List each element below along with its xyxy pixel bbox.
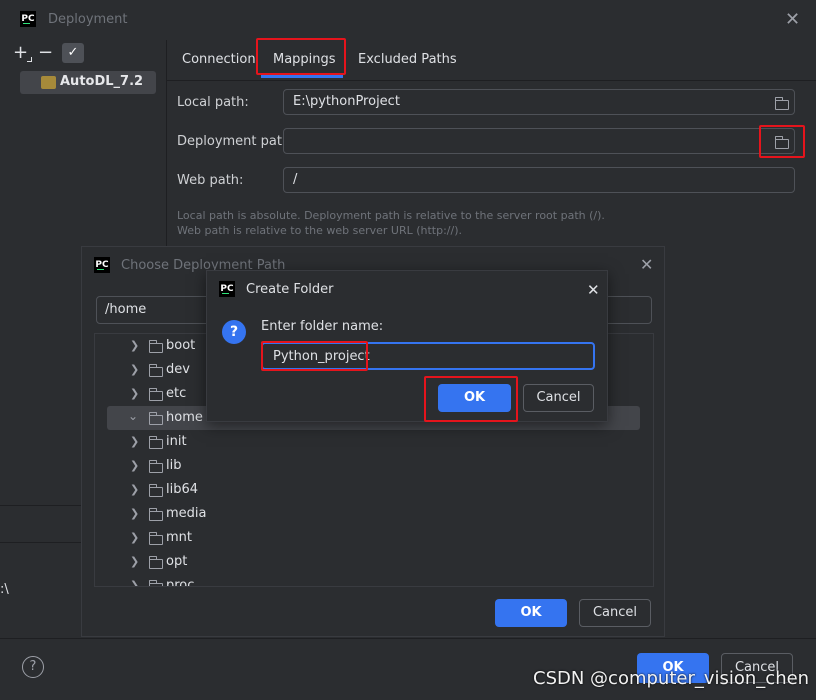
active-tab-indicator — [261, 75, 343, 78]
dialog-title: Create Folder — [246, 282, 334, 297]
footer-divider — [0, 638, 816, 639]
sftp-server-icon — [41, 76, 56, 89]
server-item-autodl[interactable]: AutoDL_7.2 — [20, 71, 156, 94]
chevron-right-icon[interactable]: ❯ — [130, 435, 139, 448]
folder-icon — [148, 580, 163, 586]
close-icon[interactable]: ✕ — [640, 256, 653, 274]
set-default-button[interactable]: ✓ — [62, 43, 84, 63]
tree-item-label: init — [166, 434, 187, 449]
tree-item-label: media — [166, 506, 207, 521]
tree-item-lib64[interactable]: ❯ lib64 — [95, 478, 653, 502]
tree-item-label: opt — [166, 554, 188, 569]
tabs-divider — [167, 80, 816, 81]
chevron-right-icon[interactable]: ❯ — [130, 363, 139, 376]
divider — [0, 505, 81, 506]
background-text-fragment: :\ — [0, 582, 9, 597]
folder-icon — [148, 508, 163, 521]
chevron-right-icon[interactable]: ❯ — [130, 555, 139, 568]
close-icon[interactable]: ✕ — [785, 11, 800, 29]
tree-item-label: lib64 — [166, 482, 199, 497]
web-path-value: / — [293, 172, 298, 187]
create-folder-dialog: PC Create Folder ✕ ? Enter folder name: … — [206, 270, 608, 422]
server-item-label: AutoDL_7.2 — [60, 74, 144, 89]
local-path-value: E:\pythonProject — [293, 94, 400, 109]
deployment-title-bar: PC Deployment ✕ — [0, 0, 816, 40]
tree-item-opt[interactable]: ❯ opt — [95, 550, 653, 574]
highlight-folder-name — [261, 341, 368, 371]
folder-icon — [148, 364, 163, 377]
tree-item-label: etc — [166, 386, 187, 401]
highlight-ok-button — [424, 376, 518, 422]
deployment-path-label: Deployment path: — [177, 134, 295, 149]
hint-text: Local path is absolute. Deployment path … — [177, 209, 605, 222]
chevron-right-icon[interactable]: ❯ — [130, 507, 139, 520]
browse-folder-icon[interactable] — [774, 97, 789, 110]
local-path-label: Local path: — [177, 95, 249, 110]
cancel-button[interactable]: Cancel — [523, 384, 594, 412]
add-server-button[interactable]: + — [13, 44, 28, 64]
path-value: /home — [105, 302, 147, 317]
chevron-down-icon[interactable]: ⌄ — [128, 409, 138, 423]
tree-item-proc[interactable]: ❯ proc — [95, 574, 653, 587]
question-icon: ? — [222, 320, 246, 344]
chevron-right-icon[interactable]: ❯ — [130, 483, 139, 496]
tree-item-label: proc — [166, 578, 195, 587]
folder-icon — [148, 556, 163, 569]
chevron-right-icon[interactable]: ❯ — [130, 459, 139, 472]
folder-icon — [148, 532, 163, 545]
pycharm-logo-icon: PC — [219, 281, 235, 297]
deployment-path-field[interactable] — [283, 128, 795, 154]
pycharm-logo-icon: PC — [94, 257, 110, 273]
tab-excluded-paths[interactable]: Excluded Paths — [358, 52, 457, 67]
dialog-title: Deployment — [48, 12, 128, 27]
tree-item-label: lib — [166, 458, 182, 473]
tree-item-label: boot — [166, 338, 196, 353]
tab-connection[interactable]: Connection — [182, 52, 256, 67]
folder-icon — [148, 436, 163, 449]
ok-button[interactable]: OK — [495, 599, 567, 627]
tree-item-init[interactable]: ❯ init — [95, 430, 653, 454]
web-path-field[interactable]: / — [283, 167, 795, 193]
folder-icon — [148, 484, 163, 497]
prompt-label: Enter folder name: — [261, 319, 384, 334]
watermark-text: CSDN @computer_vision_chen — [533, 668, 810, 689]
chevron-right-icon[interactable]: ❯ — [130, 579, 139, 586]
tree-item-label: dev — [166, 362, 190, 377]
hint-text: Web path is relative to the web server U… — [177, 224, 463, 237]
folder-icon — [148, 340, 163, 353]
divider — [0, 542, 81, 543]
highlight-mappings-tab — [256, 38, 346, 75]
cancel-button[interactable]: Cancel — [579, 599, 651, 627]
folder-icon — [148, 388, 163, 401]
tree-item-mnt[interactable]: ❯ mnt — [95, 526, 653, 550]
pycharm-logo-icon: PC — [20, 11, 36, 27]
tree-item-lib[interactable]: ❯ lib — [95, 454, 653, 478]
close-icon[interactable]: ✕ — [587, 281, 600, 299]
folder-icon — [148, 460, 163, 473]
tree-item-label: mnt — [166, 530, 192, 545]
folder-icon — [148, 412, 163, 425]
local-path-field[interactable]: E:\pythonProject — [283, 89, 795, 115]
tree-item-label: home — [166, 410, 203, 425]
tree-item-media[interactable]: ❯ media — [95, 502, 653, 526]
chevron-right-icon[interactable]: ❯ — [130, 339, 139, 352]
help-button[interactable]: ? — [22, 656, 44, 678]
dropdown-corner-icon — [27, 57, 32, 62]
chevron-right-icon[interactable]: ❯ — [130, 531, 139, 544]
remove-server-button[interactable]: − — [38, 44, 53, 64]
web-path-label: Web path: — [177, 173, 244, 188]
highlight-browse-button — [759, 125, 805, 158]
chevron-right-icon[interactable]: ❯ — [130, 387, 139, 400]
